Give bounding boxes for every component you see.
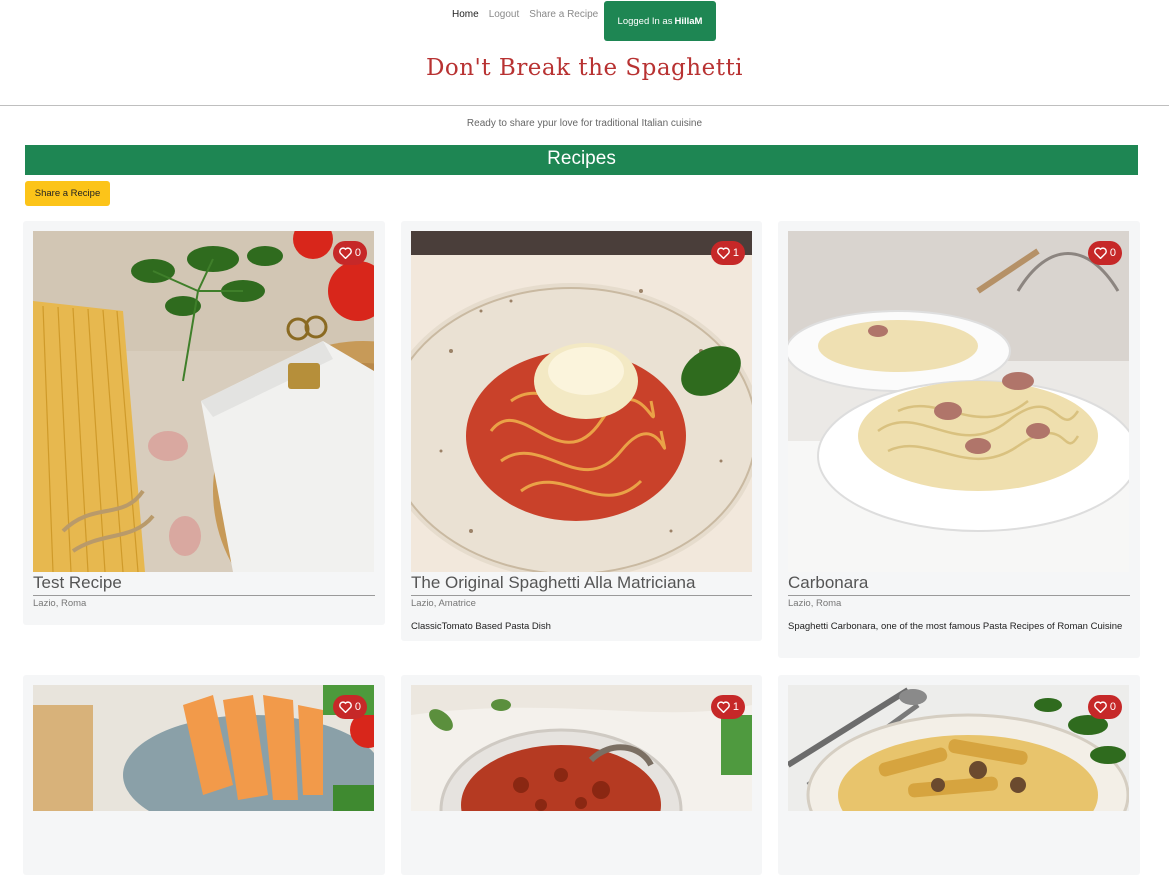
like-badge[interactable]: 1 — [710, 695, 745, 719]
like-badge[interactable]: 0 — [332, 241, 367, 265]
logged-in-button[interactable]: Logged In as HillaM — [604, 1, 716, 41]
like-count: 0 — [1109, 701, 1116, 713]
top-nav: Home Logout Share a Recipe Logged In as … — [0, 0, 1169, 42]
recipe-description: Spaghetti Carbonara, one of the most fam… — [788, 621, 1123, 632]
recipe-image: 0 — [33, 231, 374, 572]
heart-icon — [1094, 701, 1107, 713]
header-divider — [0, 105, 1169, 106]
like-badge[interactable]: 0 — [1087, 695, 1122, 719]
recipes-section-header: Recipes — [25, 145, 1138, 175]
recipe-image: 0 — [788, 685, 1129, 811]
heart-icon — [339, 701, 352, 713]
recipe-title[interactable]: Test Recipe — [33, 573, 375, 596]
heart-icon — [717, 701, 730, 713]
nav-links: Home Logout Share a Recipe — [452, 9, 598, 20]
site-title: Don't Break the Spaghetti — [425, 55, 744, 81]
recipe-image: 0 — [788, 231, 1129, 572]
recipe-card[interactable]: 0 Test Recipe Lazio, Roma — [23, 221, 385, 625]
heart-icon — [339, 247, 352, 259]
recipe-location: Lazio, Roma — [33, 598, 87, 609]
like-badge[interactable]: 1 — [710, 241, 745, 265]
recipe-card[interactable]: 1 The Original Spaghetti Alla Matriciana… — [401, 221, 762, 641]
username-label: HillaM — [674, 15, 703, 27]
nav-logout-link[interactable]: Logout — [489, 9, 520, 20]
logged-in-label: Logged In as — [617, 15, 673, 27]
recipe-card[interactable]: 0 — [23, 675, 385, 875]
heart-icon — [1094, 247, 1107, 259]
recipe-location: Lazio, Roma — [788, 598, 842, 609]
share-recipe-button[interactable]: Share a Recipe — [25, 181, 110, 206]
recipe-card[interactable]: 0 Carbonara Lazio, Roma Spaghetti Carbon… — [778, 221, 1140, 658]
tagline: Ready to share ypur love for traditional… — [466, 118, 703, 129]
recipe-title[interactable]: Carbonara — [788, 573, 1130, 596]
recipe-title[interactable]: The Original Spaghetti Alla Matriciana — [411, 573, 752, 596]
nav-share-link[interactable]: Share a Recipe — [529, 9, 598, 20]
like-count: 0 — [354, 701, 361, 713]
nav-home-link[interactable]: Home — [452, 9, 479, 20]
recipe-image: 0 — [33, 685, 374, 811]
recipe-description: ClassicTomato Based Pasta Dish — [411, 621, 551, 632]
like-badge[interactable]: 0 — [1087, 241, 1122, 265]
recipe-location: Lazio, Amatrice — [411, 598, 476, 609]
recipe-card[interactable]: 0 — [778, 675, 1140, 875]
recipe-card[interactable]: 1 — [401, 675, 762, 875]
recipe-image: 1 — [411, 231, 752, 572]
like-count: 1 — [732, 247, 739, 259]
like-count: 0 — [1109, 247, 1116, 259]
like-count: 1 — [732, 701, 739, 713]
heart-icon — [717, 247, 730, 259]
like-badge[interactable]: 0 — [332, 695, 367, 719]
recipe-image: 1 — [411, 685, 752, 811]
like-count: 0 — [354, 247, 361, 259]
